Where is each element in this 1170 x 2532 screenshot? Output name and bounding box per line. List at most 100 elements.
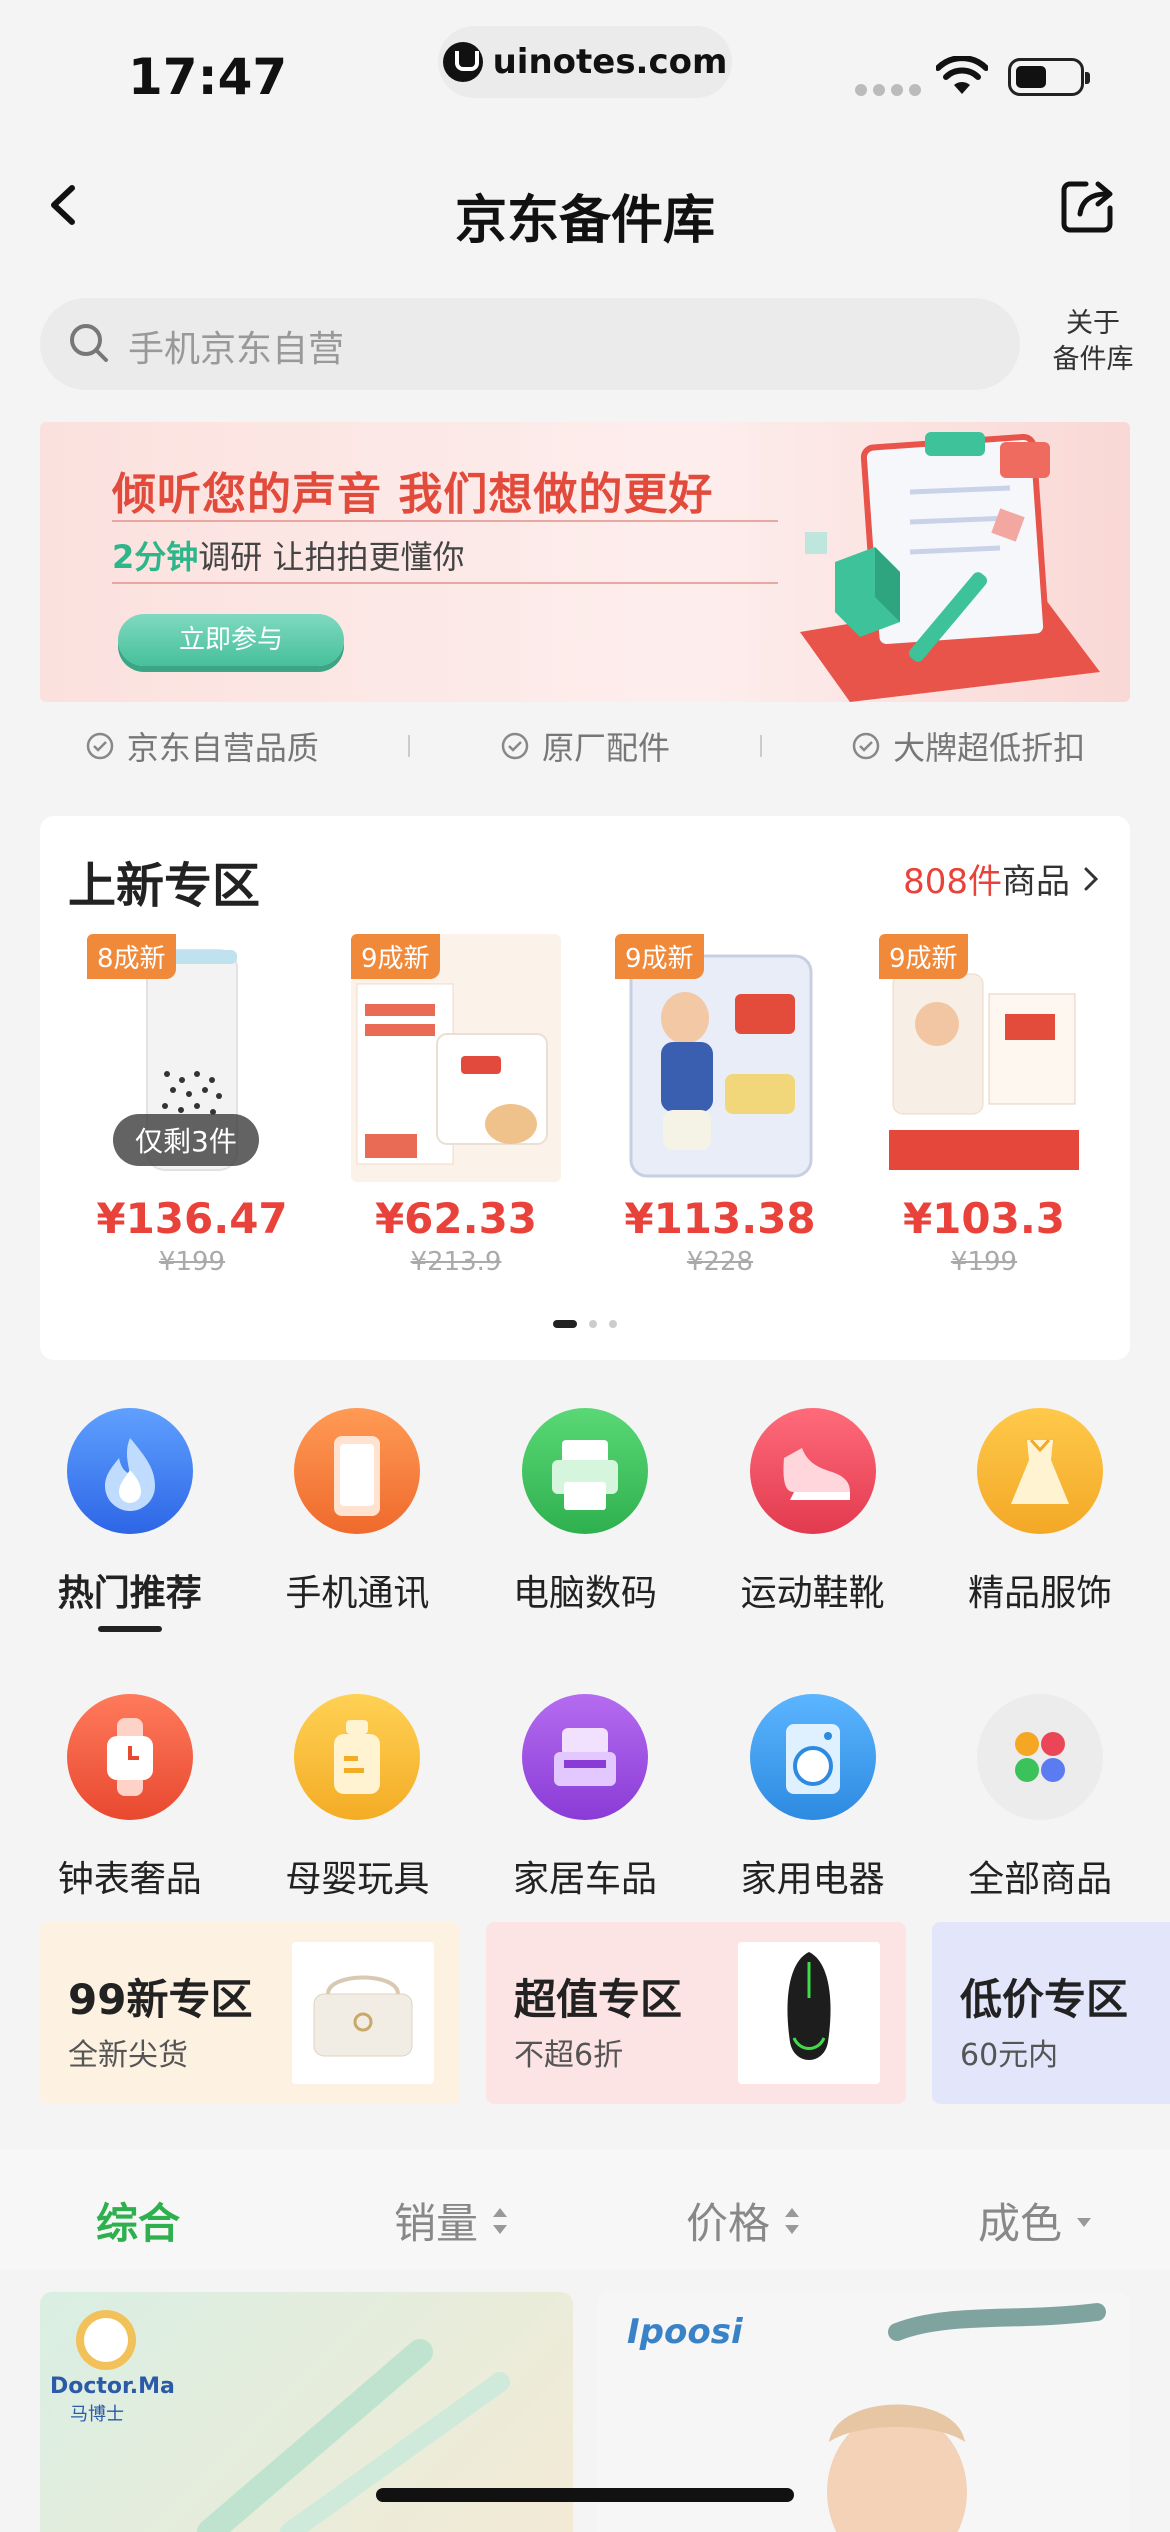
category-label: 钟表奢品 (57, 1859, 202, 1900)
category-phone[interactable]: 手机通讯 (257, 1408, 457, 1632)
phone-icon (294, 1408, 421, 1534)
product-price: ¥62.33 (374, 1194, 538, 1243)
original-price: ¥199 (158, 1247, 226, 1277)
nav-bar: 京东备件库 (0, 140, 1170, 270)
brand-name: Ipoosi (627, 2312, 743, 2352)
zone-value[interactable]: 超值专区 不超6折 (486, 1922, 906, 2104)
zone-subtitle: 不超6折 (514, 2038, 624, 2073)
product-card[interactable]: 8成新 仅剩3件 ¥136.47 ¥199 (60, 934, 324, 1277)
category-label: 家用电器 (740, 1859, 885, 1900)
category-appliances[interactable]: 家用电器 (713, 1694, 913, 1902)
sort-sales[interactable]: 销量 (394, 2190, 510, 2251)
category-shoes[interactable]: 运动鞋靴 (713, 1408, 913, 1632)
condition-badge: 8成新 (87, 934, 176, 979)
page-dot (609, 1320, 617, 1328)
grid-icon (977, 1694, 1104, 1820)
wifi-icon (936, 56, 988, 94)
product-image: 9成新 (879, 934, 1089, 1182)
search-input[interactable]: 手机京东自营 (40, 298, 1020, 390)
site-logo-icon (442, 42, 483, 82)
zone-subtitle: 60元内 (960, 2038, 1059, 2073)
flame-icon (66, 1408, 193, 1534)
category-label: 家居车品 (512, 1859, 657, 1900)
category-computer[interactable]: 电脑数码 (485, 1408, 685, 1632)
brand-name: Doctor.Ma (50, 2374, 175, 2399)
category-apparel[interactable]: 精品服饰 (940, 1408, 1140, 1632)
clipboard-illustration (800, 432, 1100, 702)
category-label: 运动鞋靴 (740, 1573, 885, 1614)
condition-badge: 9成新 (879, 934, 968, 979)
about-line-2: 备件库 (1052, 344, 1134, 375)
page-dot (553, 1320, 577, 1328)
category-baby[interactable]: 母婴玩具 (257, 1694, 457, 1902)
share-icon[interactable] (1058, 176, 1118, 236)
sort-bar: 综合 销量 价格 成色 (0, 2150, 1170, 2270)
quality-strip: 京东自营品质 原厂配件 大牌超低折扣 (40, 718, 1130, 774)
sort-comprehensive[interactable]: 综合 (96, 2190, 180, 2251)
quality-item: 京东自营品质 (85, 723, 319, 769)
page-title: 京东备件库 (454, 191, 715, 251)
zone-title: 超值专区 (514, 1975, 683, 2024)
condition-badge: 9成新 (351, 934, 440, 979)
category-label: 热门推荐 (57, 1573, 202, 1614)
status-bar: 17:47 uinotes.com (0, 0, 1170, 140)
search-placeholder: 手机京东自营 (128, 329, 345, 370)
search-icon (70, 324, 108, 362)
product-card[interactable]: 9成新 ¥113.38 ¥228 (588, 934, 852, 1277)
category-grid: 热门推荐 手机通讯 电脑数码 运动鞋靴 精品服饰 钟表奢品 母婴玩具 家居车品 … (0, 1408, 1170, 1902)
about-line-1: 关于 (1066, 308, 1120, 339)
sort-price[interactable]: 价格 (686, 2190, 802, 2251)
product-price: ¥136.47 (96, 1194, 288, 1243)
banner-divider (112, 582, 778, 584)
dress-icon (977, 1408, 1104, 1534)
category-label: 母婴玩具 (285, 1859, 430, 1900)
zone-99new[interactable]: 99新专区 全新尖货 (40, 1922, 460, 2104)
battery-icon (1008, 58, 1090, 96)
survey-banner[interactable]: 倾听您的声音 我们想做的更好 2分钟调研 让拍拍更懂你 立即参与 (40, 422, 1130, 702)
mouse-image (738, 1942, 880, 2084)
category-all[interactable]: 全部商品 (940, 1694, 1140, 1902)
sort-arrows-icon (493, 2207, 508, 2234)
product-image: 8成新 仅剩3件 (87, 934, 297, 1182)
banner-title: 倾听您的声音 我们想做的更好 (112, 469, 714, 520)
product-price: ¥113.38 (624, 1194, 816, 1243)
category-watches[interactable]: 钟表奢品 (30, 1694, 230, 1902)
original-price: ¥213.9 (410, 1247, 502, 1277)
category-label: 全部商品 (968, 1859, 1113, 1900)
quality-item: 大牌超低折扣 (851, 723, 1085, 769)
shoe-icon (749, 1408, 876, 1534)
zone-title: 低价专区 (960, 1975, 1129, 2024)
product-card[interactable]: 9成新 ¥103.3 ¥199 (852, 934, 1116, 1277)
product-carousel[interactable]: 8成新 仅剩3件 ¥136.47 ¥199 9成新 ¥62.33 ¥213.9 … (60, 934, 1120, 1277)
product-image: 9成新 (615, 934, 825, 1182)
zone-title: 99新专区 (68, 1975, 253, 2024)
handbag-image (292, 1942, 434, 2084)
category-hot[interactable]: 热门推荐 (30, 1408, 230, 1632)
condition-badge: 9成新 (615, 934, 704, 979)
url-pill[interactable]: uinotes.com (438, 26, 732, 98)
category-home[interactable]: 家居车品 (485, 1694, 685, 1902)
printer-icon (521, 1408, 648, 1534)
active-indicator (97, 1626, 162, 1632)
divider (408, 735, 411, 757)
stock-tag: 仅剩3件 (113, 1114, 259, 1166)
chevron-right-icon (1084, 867, 1099, 890)
about-link[interactable]: 关于 备件库 (1048, 306, 1138, 378)
category-label: 手机通讯 (285, 1573, 430, 1614)
home-indicator (376, 2488, 794, 2502)
product-card[interactable]: 9成新 ¥62.33 ¥213.9 (324, 934, 588, 1277)
zone-lowprice[interactable]: 低价专区 60元内 (932, 1922, 1170, 2104)
section-title: 上新专区 (68, 858, 261, 914)
banner-subtitle: 2分钟调研 让拍拍更懂你 (112, 538, 465, 576)
url-text: uinotes.com (492, 42, 728, 82)
check-circle-icon (852, 732, 880, 760)
sort-condition[interactable]: 成色 (978, 2190, 1094, 2251)
join-survey-button[interactable]: 立即参与 (118, 614, 344, 666)
divider (759, 735, 762, 757)
check-circle-icon (501, 732, 529, 760)
caret-down-icon (1077, 2217, 1092, 2227)
washer-icon (749, 1694, 876, 1820)
sofa-icon (521, 1694, 648, 1820)
category-label: 精品服饰 (968, 1573, 1113, 1614)
view-all-link[interactable]: 808件 商品 (903, 854, 1106, 903)
